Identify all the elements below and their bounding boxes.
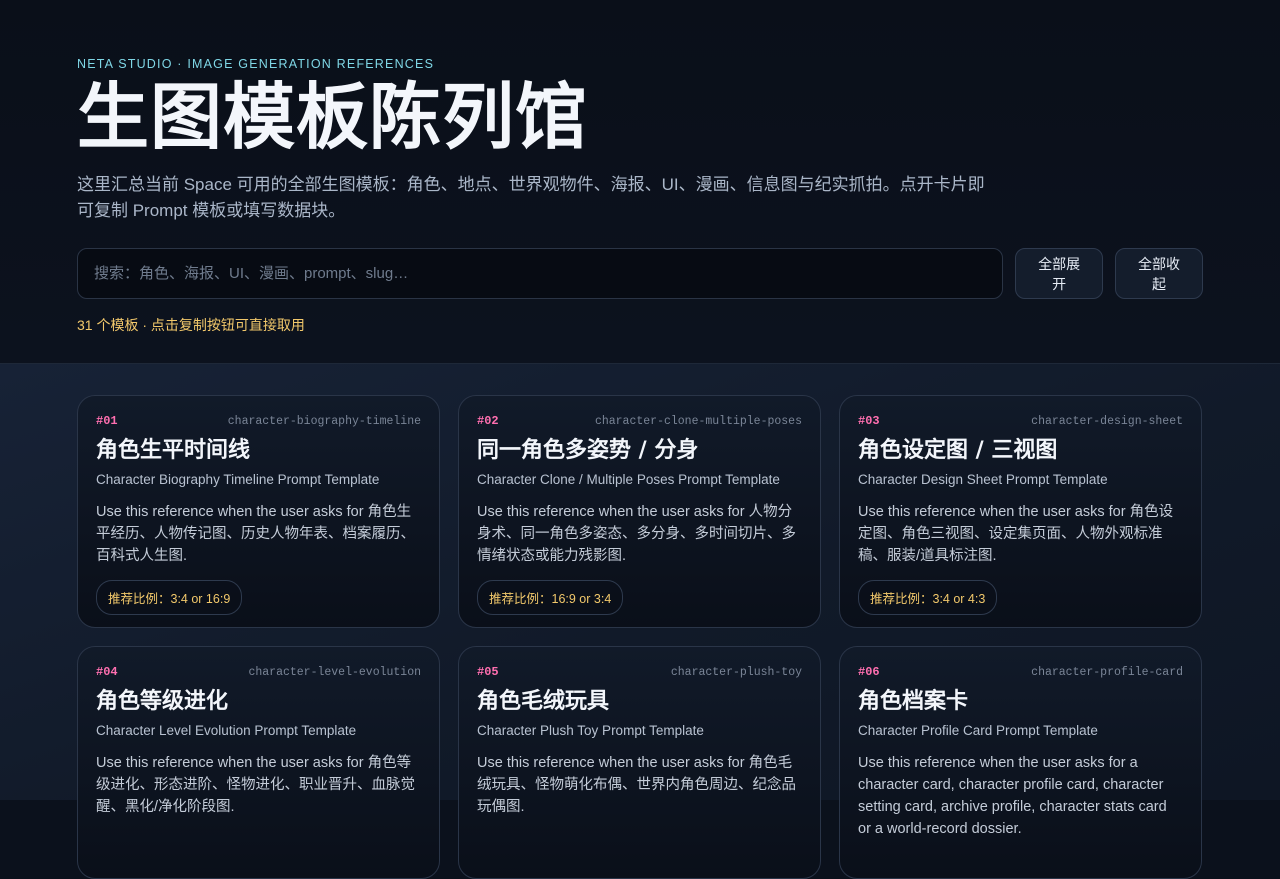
expand-all-button[interactable]: 全部展开 [1015,248,1104,299]
ratio-badge: 推荐比例：16:9 or 3:4 [477,580,624,615]
ratio-badge: 推荐比例：3:4 or 4:3 [858,580,998,615]
card-title: 角色生平时间线 [96,438,251,463]
card-slug: character-clone-multiple-poses [594,415,802,428]
card-slug: character-profile-card [1031,666,1183,679]
card-description: Use this reference when the user asks fo… [96,755,415,815]
eyebrow-text: NETA STUDIO · IMAGE GENERATION REFERENCE… [77,57,435,71]
controls-bar: 全部展开 全部收起 [77,248,1203,299]
card-title: 角色毛绒玩具 [477,689,610,714]
template-count: 31 个模板 · 点击复制按钮可直接取用 [77,317,305,333]
card-subtitle: Character Level Evolution Prompt Templat… [96,723,357,738]
card-description: Use this reference when the user asks fo… [858,755,1167,837]
card-subtitle: Character Profile Card Prompt Template [858,723,1098,738]
card-title: 角色档案卡 [858,689,969,714]
card-description: Use this reference when the user asks fo… [477,755,796,815]
template-card[interactable]: #02 character-clone-multiple-poses 同一角色多… [458,395,821,628]
card-title: 角色设定图 / 三视图 [858,438,1058,463]
card-number: #02 [477,414,499,428]
card-grid: #01 character-biography-timeline 角色生平时间线… [77,395,1203,879]
card-description: Use this reference when the user asks fo… [477,504,796,564]
card-subtitle: Character Design Sheet Prompt Template [858,472,1108,487]
card-number: #06 [858,665,880,679]
card-number: #04 [96,665,118,679]
template-card[interactable]: #01 character-biography-timeline 角色生平时间线… [77,395,440,628]
collapse-all-button[interactable]: 全部收起 [1115,248,1203,299]
search-input[interactable] [77,248,1004,299]
hero-header: NETA STUDIO · IMAGE GENERATION REFERENCE… [0,0,1280,364]
page-title: 生图模板陈列馆 [77,75,589,159]
card-number: #05 [477,665,499,679]
template-card[interactable]: #04 character-level-evolution 角色等级进化 Cha… [77,646,440,879]
card-subtitle: Character Plush Toy Prompt Template [477,723,704,738]
page-description: 这里汇总当前 Space 可用的全部生图模板：角色、地点、世界观物件、海报、UI… [77,175,985,220]
card-description: Use this reference when the user asks fo… [858,504,1174,564]
card-number: #03 [858,414,880,428]
card-subtitle: Character Biography Timeline Prompt Temp… [96,472,380,487]
template-card[interactable]: #06 character-profile-card 角色档案卡 Charact… [839,646,1202,879]
ratio-badge: 推荐比例：3:4 or 16:9 [96,580,243,615]
template-gallery: #01 character-biography-timeline 角色生平时间线… [0,364,1280,879]
card-slug: character-level-evolution [248,666,421,679]
card-title: 角色等级进化 [96,689,229,714]
card-slug: character-plush-toy [670,666,802,679]
card-number: #01 [96,414,118,428]
card-subtitle: Character Clone / Multiple Poses Prompt … [477,472,780,487]
template-card[interactable]: #05 character-plush-toy 角色毛绒玩具 Character… [458,646,821,879]
card-slug: character-biography-timeline [227,415,421,428]
card-slug: character-design-sheet [1031,415,1183,428]
card-title: 同一角色多姿势 / 分身 [477,438,699,463]
template-card[interactable]: #03 character-design-sheet 角色设定图 / 三视图 C… [839,395,1202,628]
card-description: Use this reference when the user asks fo… [96,504,415,564]
